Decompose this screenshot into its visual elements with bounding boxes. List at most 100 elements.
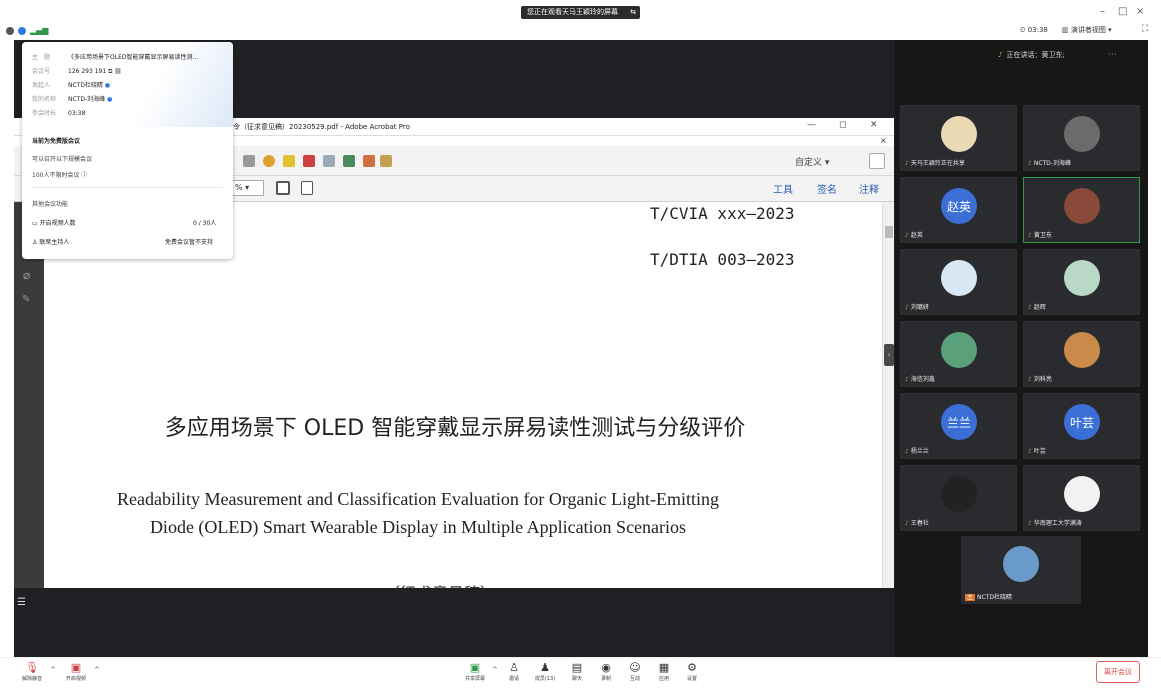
- pdf-document-page: T/CVIA xxx—2023 T/DTIA 003—2023 多应用场景下 O…: [44, 202, 882, 588]
- unmute-button[interactable]: 🎙 解除静音: [18, 661, 46, 682]
- signal-icon[interactable]: ▂▄▆: [30, 26, 48, 35]
- participant-tile[interactable]: 叶芸 ♪ 叶芸: [1023, 393, 1140, 459]
- record-button[interactable]: ◉ 录制: [592, 661, 620, 682]
- shield-icon[interactable]: [18, 26, 26, 35]
- settings-button[interactable]: ⚙ 设置: [678, 661, 706, 682]
- participant-tile[interactable]: ♪ 赵辉: [1023, 249, 1140, 315]
- mic-muted-icon: ♪: [1028, 232, 1032, 239]
- invite-button[interactable]: ♙ 邀请: [500, 661, 528, 682]
- participant-tile[interactable]: ♪ 海信刘鑫: [900, 321, 1017, 387]
- mute-options-chevron-icon[interactable]: ^: [50, 666, 56, 674]
- attachment-icon[interactable]: ⌀: [23, 268, 30, 282]
- share-options-chevron-icon[interactable]: ^: [492, 666, 498, 674]
- fit-width-icon[interactable]: [301, 181, 313, 195]
- restore-button[interactable]: □: [1118, 6, 1127, 17]
- self-video-tile[interactable]: 主 NCTD杜晓睛: [961, 536, 1081, 604]
- settings-icon[interactable]: [243, 155, 255, 167]
- host-badge: 主: [965, 594, 976, 601]
- scrollbar-thumb[interactable]: [885, 226, 893, 238]
- tab-comment[interactable]: 注释: [859, 181, 879, 196]
- mic-muted-icon: ♪: [1028, 304, 1032, 311]
- info-topic: 主 题 《多应用场景下OLED智能穿戴显示屏易读性测...: [32, 52, 198, 61]
- share-screen-button[interactable]: ▣ 共享屏幕: [461, 661, 489, 682]
- view-mode-selector[interactable]: ▥ 演讲者视图 ▾: [1062, 25, 1112, 35]
- meeting-timer: ⏲ 03:38: [1020, 26, 1048, 35]
- fullscreen-icon[interactable]: ⛶: [1142, 24, 1148, 34]
- pdf-edit-icon[interactable]: [323, 155, 335, 167]
- signature-icon[interactable]: ✎: [22, 294, 30, 305]
- participant-tile[interactable]: ♪ 王春社: [900, 465, 1017, 531]
- info-icon[interactable]: [6, 26, 14, 35]
- start-video-label: 开启视频: [65, 676, 86, 682]
- avatar: [1064, 332, 1100, 368]
- acrobat-restore-icon[interactable]: ◻: [839, 120, 846, 130]
- link-icon[interactable]: ⛓: [112, 68, 122, 75]
- participant-name: ♪ 刘科亮: [1028, 374, 1052, 383]
- pdf-export-icon[interactable]: [343, 155, 355, 167]
- participant-tile[interactable]: 赵英 ♪ 赵英: [900, 177, 1017, 243]
- zoom-select[interactable]: % ▾: [232, 180, 264, 196]
- pdf-create-icon[interactable]: [303, 155, 315, 167]
- other-features-title: 其他会议功能: [32, 201, 69, 208]
- interact-button[interactable]: ☺ 互动: [621, 661, 649, 682]
- participant-tile[interactable]: 兰兰 ♪ 杨兰兰: [900, 393, 1017, 459]
- interact-label: 互动: [629, 676, 640, 682]
- collapse-panel-handle[interactable]: ›: [884, 344, 894, 366]
- customize-dropdown[interactable]: 自定义 ▾: [795, 155, 829, 168]
- acrobat-minimize-icon[interactable]: —: [807, 120, 816, 130]
- participant-tile[interactable]: ♪ 华南理工大学满涛: [1023, 465, 1140, 531]
- avatar: 赵英: [941, 188, 977, 224]
- minimize-button[interactable]: –: [1100, 6, 1105, 17]
- edit-name-icon[interactable]: ●: [107, 96, 112, 103]
- members-button[interactable]: ♟ 成员(13): [531, 661, 559, 682]
- participant-tile[interactable]: ♪ NCTD-刘海峰: [1023, 105, 1140, 171]
- more-icon[interactable]: ⋯: [1108, 50, 1117, 60]
- avatar: [941, 476, 977, 512]
- info-meeting-id: 会议号 126 293 191 ⧉ ⛓: [32, 66, 122, 76]
- stamp-icon[interactable]: [283, 155, 295, 167]
- topic-value: 《多应用场景下OLED智能穿戴显示屏易读性测...: [68, 54, 199, 61]
- mic-muted-icon: ♪: [1028, 448, 1032, 455]
- top-bar: 您正在观看天马王颖玲的屏幕 ⇆ – □ × ▂▄▆ ⏲ 03:38 ▥ 演讲者视…: [0, 0, 1161, 40]
- tab-sign[interactable]: 签名: [817, 181, 837, 196]
- list-icon[interactable]: ☰: [17, 597, 26, 608]
- avatar: [941, 260, 977, 296]
- participant-tile[interactable]: ♪ 刘璐妍: [900, 249, 1017, 315]
- chat-icon: ▤: [571, 661, 583, 674]
- vertical-scrollbar[interactable]: [882, 202, 894, 588]
- mic-muted-icon: ♪: [1028, 160, 1032, 167]
- tab-tools[interactable]: 工具: [773, 181, 793, 196]
- participant-name: ♪ 黄卫东: [1028, 230, 1052, 239]
- info-host: 发起人 NCTD杜晓睛 ●: [32, 80, 110, 89]
- participant-tile[interactable]: ♪ 刘科亮: [1023, 321, 1140, 387]
- pdf-tool-icon[interactable]: [363, 155, 375, 167]
- participant-name: ♪ 天马王颖玲正在共享: [905, 158, 965, 167]
- comment-icon[interactable]: [263, 155, 275, 167]
- menubar-close-icon[interactable]: ×: [880, 136, 887, 145]
- fit-page-icon[interactable]: [276, 181, 290, 195]
- expand-icon[interactable]: [869, 153, 885, 169]
- standard-code-2: T/DTIA 003—2023: [650, 250, 795, 269]
- document-title-en-line1: Readability Measurement and Classificati…: [116, 489, 719, 509]
- members-label: 成员(13): [534, 676, 556, 682]
- chat-button[interactable]: ▤ 聊天: [563, 661, 591, 682]
- myname-value: NCTD-刘海峰: [68, 96, 106, 103]
- video-options-chevron-icon[interactable]: ^: [94, 666, 100, 674]
- avatar: 兰兰: [941, 404, 977, 440]
- participant-tile[interactable]: ♪ 天马王颖玲正在共享: [900, 105, 1017, 171]
- acrobat-close-icon[interactable]: ✕: [870, 120, 878, 130]
- participant-name: ♪ 叶芸: [1028, 446, 1046, 455]
- clock-icon: ⏲: [1020, 26, 1028, 34]
- leave-meeting-button[interactable]: 离开会议: [1096, 661, 1140, 683]
- navigation-rail: ⌀ ✎: [14, 202, 44, 588]
- share-file-icon[interactable]: [380, 155, 392, 167]
- apps-button[interactable]: ▦ 应用: [650, 661, 678, 682]
- participant-tile[interactable]: ♪ 黄卫东: [1023, 177, 1140, 243]
- start-video-button[interactable]: ▣ 开启视频: [62, 661, 90, 682]
- apps-label: 应用: [658, 676, 669, 682]
- view-mode-label: 演讲者视图: [1070, 26, 1106, 34]
- avatar: [1064, 116, 1100, 152]
- close-button[interactable]: ×: [1136, 6, 1144, 17]
- share-banner-icon[interactable]: ⇆: [630, 6, 636, 19]
- myname-key: 我的名称: [32, 96, 57, 103]
